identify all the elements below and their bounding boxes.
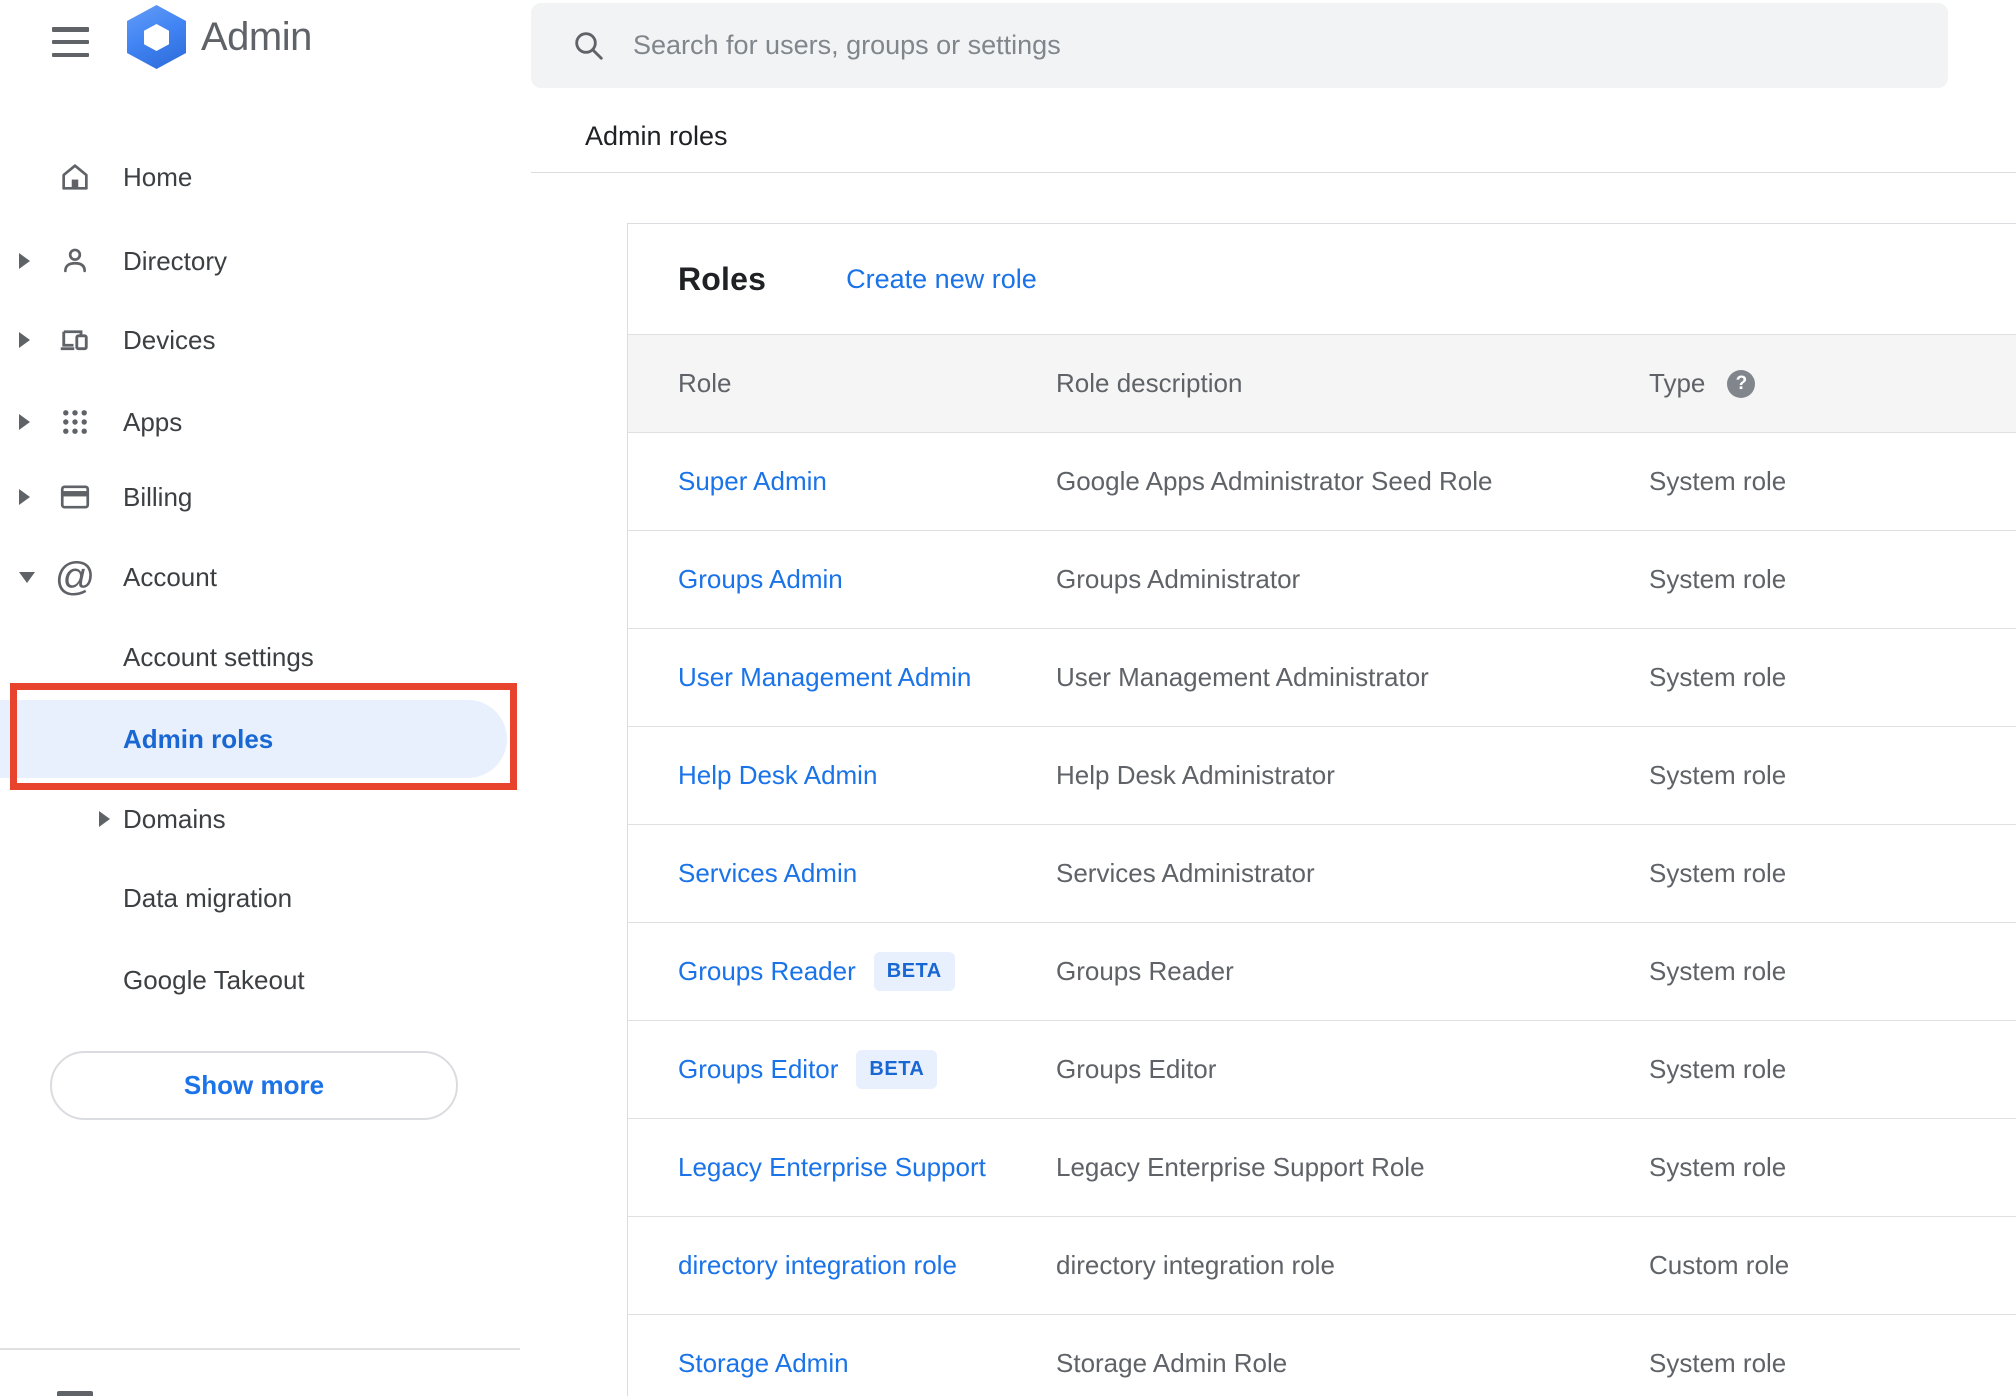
role-type-cell: Custom role [1649, 1250, 1790, 1280]
sidebar-item-home[interactable]: Home [0, 137, 520, 217]
table-row: Legacy Enterprise Support Legacy Enterpr… [628, 1119, 2016, 1217]
table-row: Groups Editor BETA Groups Editor System … [628, 1021, 2016, 1119]
role-description-cell: Legacy Enterprise Support Role [1056, 1152, 1425, 1182]
role-link[interactable]: Legacy Enterprise Support [678, 1152, 986, 1183]
expand-caret-icon[interactable] [19, 489, 30, 505]
sidebar-item-directory[interactable]: Directory [0, 221, 520, 301]
role-type-cell: System role [1649, 956, 1787, 986]
expand-caret-icon[interactable] [19, 253, 30, 269]
role-link[interactable]: Super Admin [678, 466, 827, 497]
clipped-sidebar-icon [57, 1391, 93, 1396]
role-link[interactable]: Groups Admin [678, 564, 843, 595]
role-description-cell: Help Desk Administrator [1056, 760, 1335, 790]
role-type-cell: System role [1649, 760, 1787, 790]
role-type-cell: System role [1649, 662, 1787, 692]
home-icon [56, 158, 94, 196]
apps-grid-icon [56, 403, 94, 441]
role-link[interactable]: User Management Admin [678, 662, 971, 693]
column-header-type: Type [1649, 368, 1706, 398]
roles-table-body: Super Admin Google Apps Administrator Se… [628, 433, 2016, 1396]
admin-logo[interactable]: Admin [127, 4, 312, 70]
beta-badge: BETA [856, 1050, 938, 1089]
devices-icon [56, 321, 94, 359]
role-type-cell: System role [1649, 466, 1787, 496]
admin-console-screen: Admin Admin roles Home Dir [0, 0, 2016, 1396]
table-row: Super Admin Google Apps Administrator Se… [628, 433, 2016, 531]
role-type-cell: System role [1649, 1152, 1787, 1182]
column-header-role-description: Role description [1056, 368, 1243, 398]
sidebar-item-data-migration[interactable]: Data migration [0, 858, 520, 938]
person-icon [56, 242, 94, 280]
table-row: Groups Admin Groups Administrator System… [628, 531, 2016, 629]
role-type-cell: System role [1649, 564, 1787, 594]
at-icon: @ [54, 555, 96, 599]
beta-badge: BETA [873, 952, 955, 991]
table-row: Groups Reader BETA Groups Reader System … [628, 923, 2016, 1021]
role-link[interactable]: Groups Reader [678, 956, 856, 987]
role-description-cell: Groups Editor [1056, 1054, 1217, 1084]
sidebar-bottom-divider [0, 1348, 520, 1350]
table-row: Services Admin Services Administrator Sy… [628, 825, 2016, 923]
role-link[interactable]: Help Desk Admin [678, 760, 877, 791]
table-row: Help Desk Admin Help Desk Administrator … [628, 727, 2016, 825]
role-description-cell: Groups Reader [1056, 956, 1234, 986]
table-row: Storage Admin Storage Admin Role System … [628, 1315, 2016, 1396]
card-title: Roles [678, 260, 767, 297]
sidebar-item-domains[interactable]: Domains [0, 779, 520, 859]
role-type-cell: System role [1649, 1348, 1787, 1378]
role-link[interactable]: Storage Admin [678, 1348, 849, 1379]
sidebar-item-devices[interactable]: Devices [0, 300, 520, 380]
table-header-row: Role Role description Type ? [628, 334, 2016, 433]
role-link[interactable]: Services Admin [678, 858, 857, 889]
sidebar-item-account[interactable]: @ Account [0, 537, 520, 617]
role-description-cell: Google Apps Administrator Seed Role [1056, 466, 1493, 496]
role-description-cell: Storage Admin Role [1056, 1348, 1288, 1378]
card-icon [56, 478, 94, 516]
expand-caret-icon[interactable] [99, 811, 110, 827]
roles-card: Roles Create new role Role Role descript… [627, 223, 2016, 1396]
create-new-role-link[interactable]: Create new role [846, 264, 1037, 295]
help-icon[interactable]: ? [1727, 369, 1756, 398]
table-row: directory integration role directory int… [628, 1217, 2016, 1315]
sidebar-item-admin-roles-selected[interactable]: Admin roles [0, 700, 507, 778]
table-row: User Management Admin User Management Ad… [628, 629, 2016, 727]
role-description-cell: directory integration role [1056, 1250, 1335, 1280]
header-divider [531, 172, 2016, 173]
sidebar-item-google-takeout[interactable]: Google Takeout [0, 940, 520, 1020]
sidebar-item-account-settings[interactable]: Account settings [0, 617, 520, 697]
expand-caret-icon[interactable] [19, 332, 30, 348]
sidebar-item-billing[interactable]: Billing [0, 457, 520, 537]
role-description-cell: User Management Administrator [1056, 662, 1429, 692]
roles-card-header: Roles Create new role [628, 224, 2016, 334]
admin-hexagon-icon [127, 5, 186, 69]
role-link[interactable]: directory integration role [678, 1250, 957, 1281]
search-input[interactable] [633, 30, 1948, 61]
breadcrumb: Admin roles [585, 121, 728, 151]
search-bar[interactable] [531, 3, 1948, 88]
role-type-cell: System role [1649, 1054, 1787, 1084]
role-link[interactable]: Groups Editor [678, 1054, 838, 1085]
column-header-role: Role [678, 368, 732, 398]
sidebar-item-apps[interactable]: Apps [0, 382, 520, 462]
app-title: Admin [201, 14, 312, 59]
role-type-cell: System role [1649, 858, 1787, 888]
expand-caret-icon[interactable] [19, 414, 30, 430]
search-icon [571, 28, 607, 64]
show-more-button[interactable]: Show more [50, 1051, 458, 1120]
role-description-cell: Groups Administrator [1056, 564, 1301, 594]
role-description-cell: Services Administrator [1056, 858, 1315, 888]
collapse-caret-icon[interactable] [19, 571, 35, 583]
hamburger-menu-icon[interactable] [52, 27, 89, 57]
